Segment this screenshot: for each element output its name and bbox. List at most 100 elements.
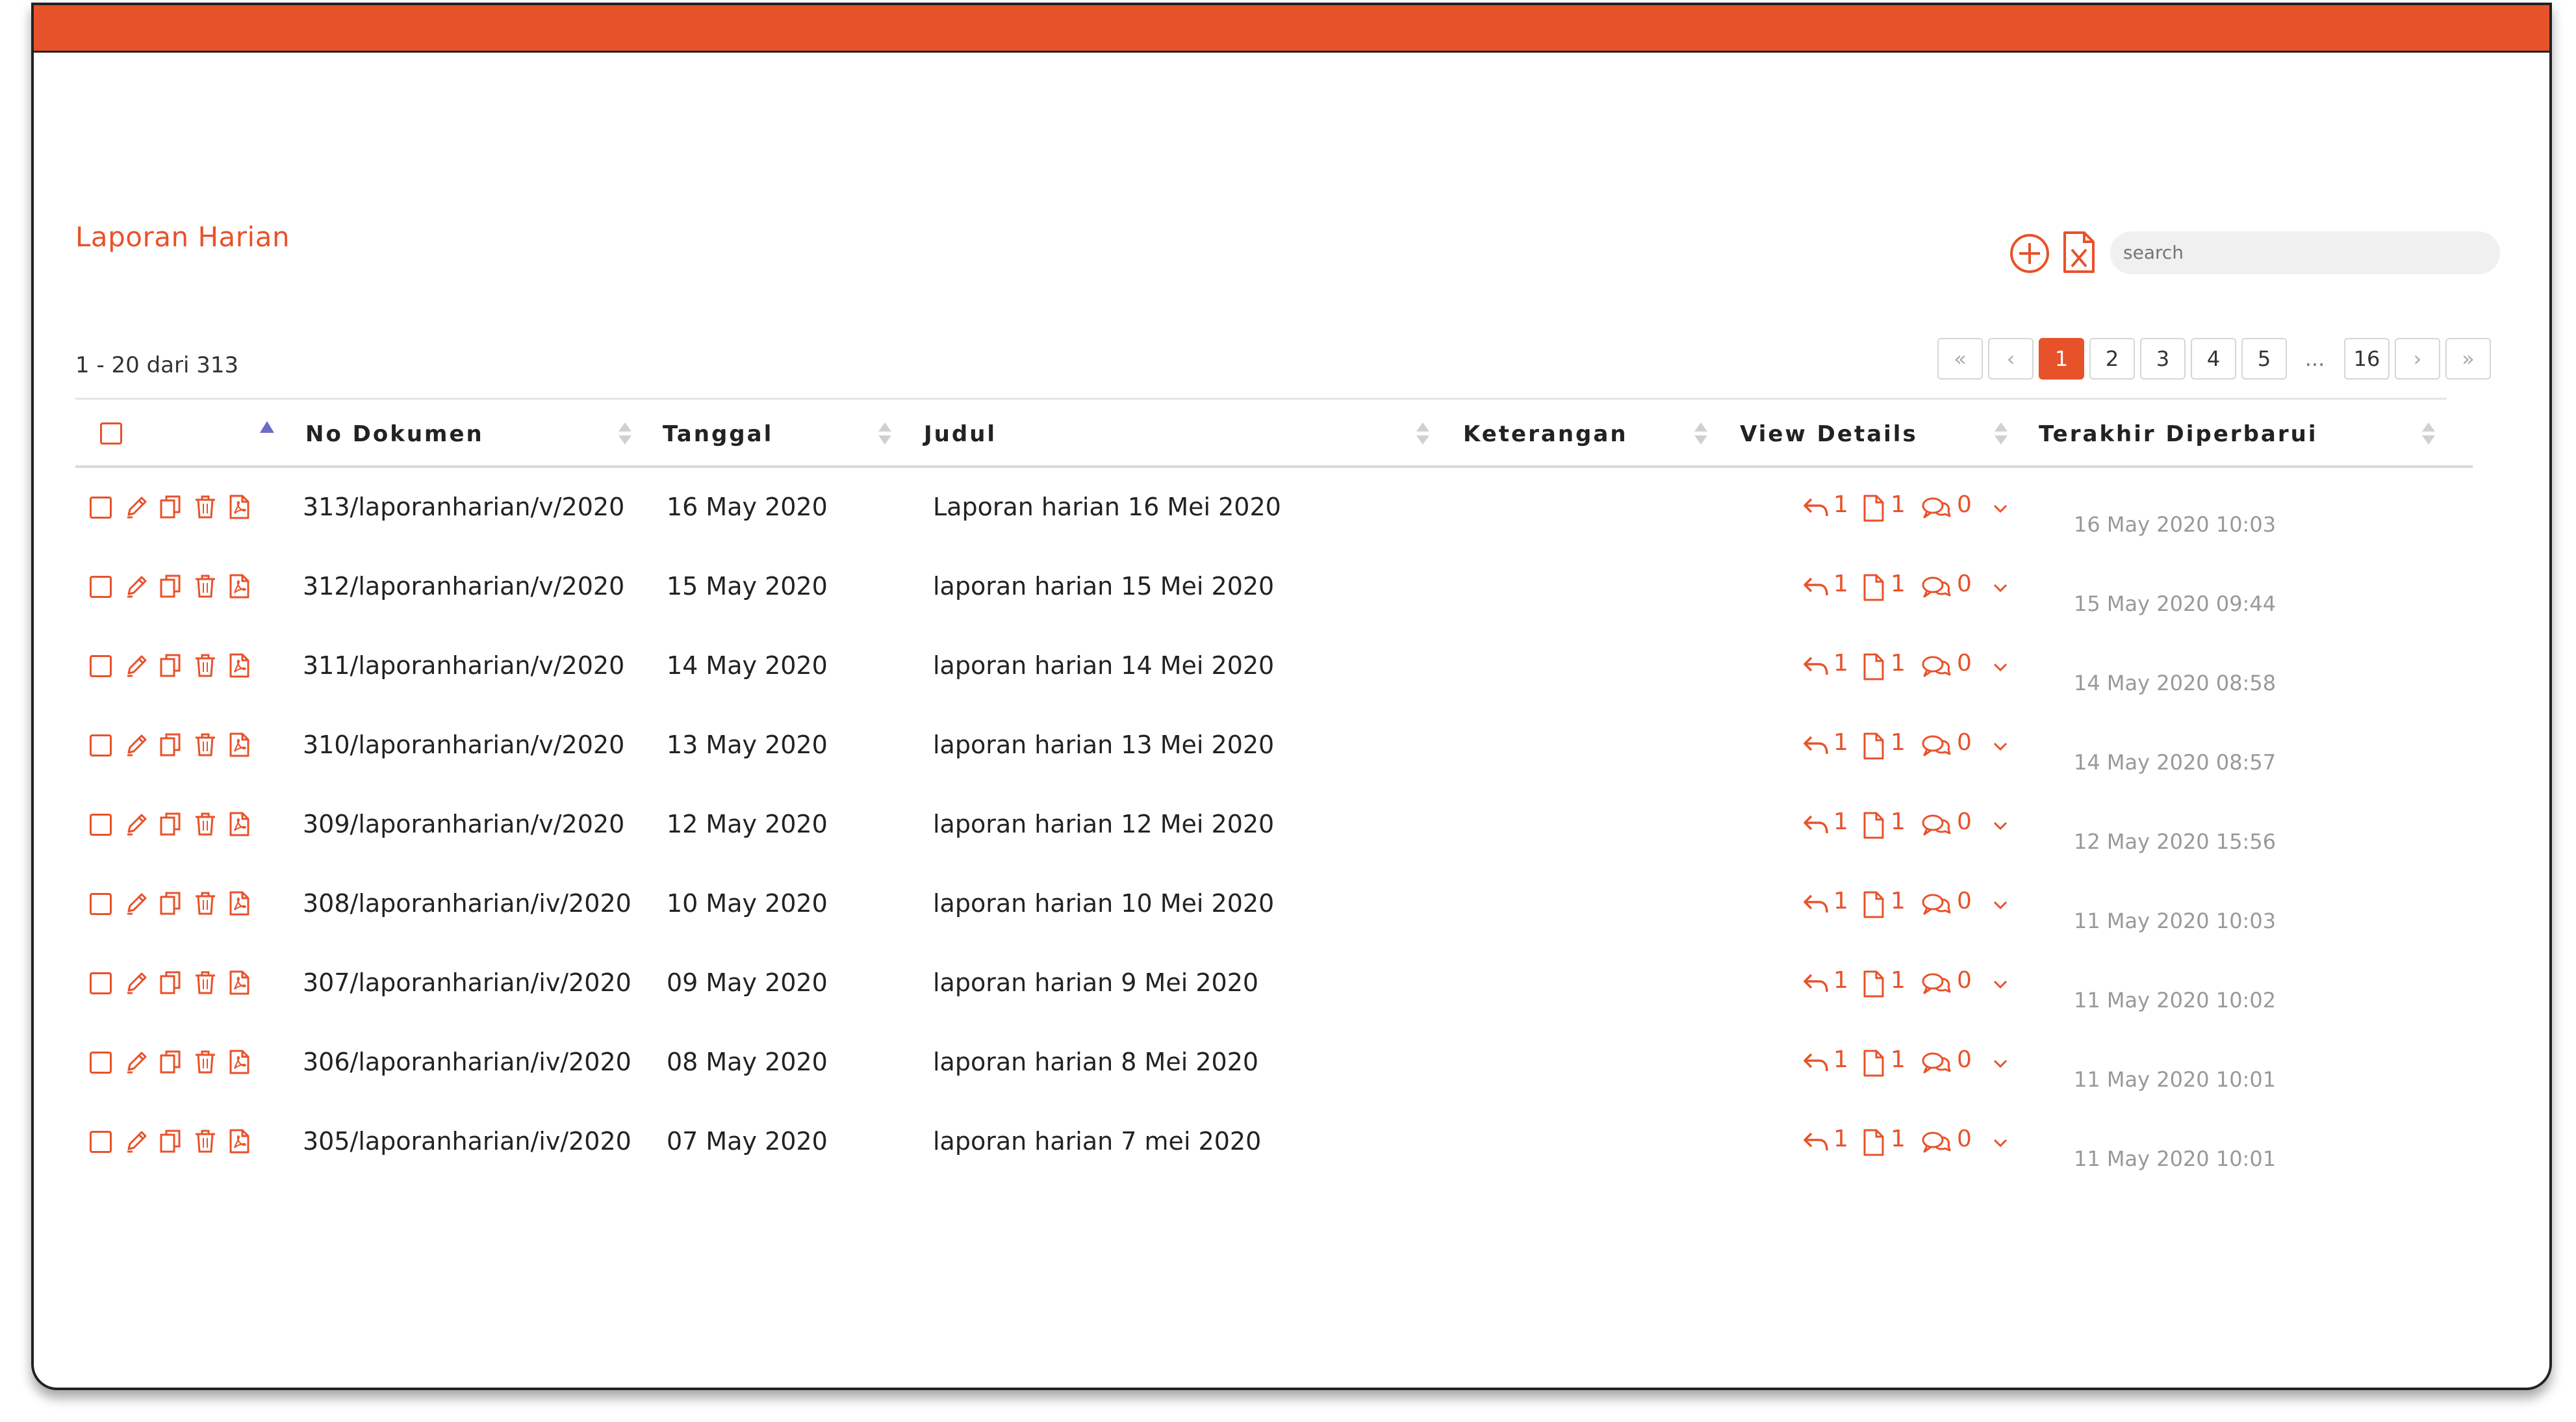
pdf-icon[interactable] — [226, 573, 252, 599]
pdf-icon[interactable] — [226, 1128, 252, 1154]
pdf-icon[interactable] — [226, 494, 252, 520]
row-checkbox[interactable] — [90, 576, 112, 598]
copy-icon[interactable] — [157, 811, 183, 837]
sort-asc-icon[interactable] — [260, 421, 274, 433]
document-number[interactable]: 310/laporanharian/v/2020 — [303, 730, 624, 759]
document-title[interactable]: laporan harian 8 Mei 2020 — [933, 1048, 1258, 1076]
comment-icon[interactable] — [1920, 575, 1952, 601]
row-checkbox[interactable] — [90, 1052, 112, 1074]
chevron-down-icon[interactable] — [1992, 820, 2009, 832]
next-page-button[interactable]: › — [2395, 338, 2440, 380]
page-1-button[interactable]: 1 — [2039, 338, 2084, 380]
reply-icon[interactable] — [1801, 1050, 1831, 1074]
delete-icon[interactable] — [192, 1128, 218, 1154]
comment-icon[interactable] — [1920, 1050, 1952, 1076]
delete-icon[interactable] — [192, 494, 218, 520]
row-checkbox[interactable] — [90, 497, 112, 519]
pdf-icon[interactable] — [226, 732, 252, 758]
file-icon[interactable] — [1862, 890, 1885, 919]
page-3-button[interactable]: 3 — [2140, 338, 2186, 380]
reply-icon[interactable] — [1801, 495, 1831, 519]
chevron-down-icon[interactable] — [1992, 979, 2009, 990]
row-checkbox[interactable] — [90, 972, 112, 994]
document-number[interactable]: 307/laporanharian/iv/2020 — [303, 968, 631, 997]
delete-icon[interactable] — [192, 653, 218, 679]
chevron-down-icon[interactable] — [1992, 1058, 2009, 1070]
pdf-icon[interactable] — [226, 970, 252, 996]
edit-icon[interactable] — [123, 573, 149, 599]
document-title[interactable]: laporan harian 7 mei 2020 — [933, 1127, 1261, 1156]
reply-icon[interactable] — [1801, 654, 1831, 677]
file-icon[interactable] — [1862, 970, 1885, 998]
copy-icon[interactable] — [157, 573, 183, 599]
export-excel-button[interactable] — [2062, 230, 2096, 274]
chevron-down-icon[interactable] — [1992, 741, 2009, 753]
file-icon[interactable] — [1862, 811, 1885, 840]
chevron-down-icon[interactable] — [1992, 899, 2009, 911]
reply-icon[interactable] — [1801, 812, 1831, 836]
comment-icon[interactable] — [1920, 495, 1952, 521]
search-input[interactable] — [2110, 231, 2500, 274]
comment-icon[interactable] — [1920, 1130, 1952, 1156]
delete-icon[interactable] — [192, 890, 218, 916]
page-5-button[interactable]: 5 — [2241, 338, 2287, 380]
chevron-down-icon[interactable] — [1992, 503, 2009, 515]
edit-icon[interactable] — [123, 732, 149, 758]
file-icon[interactable] — [1862, 494, 1885, 523]
column-header-tanggal[interactable]: Tanggal — [663, 421, 773, 447]
sort-icon[interactable] — [878, 422, 891, 448]
document-number[interactable]: 305/laporanharian/iv/2020 — [303, 1127, 631, 1156]
edit-icon[interactable] — [123, 890, 149, 916]
edit-icon[interactable] — [123, 494, 149, 520]
document-title[interactable]: Laporan harian 16 Mei 2020 — [933, 493, 1281, 521]
row-checkbox[interactable] — [90, 655, 112, 677]
sort-icon[interactable] — [1995, 422, 2008, 448]
column-header-keterangan[interactable]: Keterangan — [1463, 421, 1628, 447]
sort-icon[interactable] — [2422, 422, 2435, 448]
sort-icon[interactable] — [1416, 422, 1429, 448]
document-title[interactable]: laporan harian 14 Mei 2020 — [933, 651, 1274, 680]
sort-icon[interactable] — [1694, 422, 1707, 448]
chevron-down-icon[interactable] — [1992, 582, 2009, 594]
pdf-icon[interactable] — [226, 653, 252, 679]
first-page-button[interactable]: « — [1937, 338, 1983, 380]
chevron-down-icon[interactable] — [1992, 662, 2009, 673]
edit-icon[interactable] — [123, 653, 149, 679]
page-4-button[interactable]: 4 — [2191, 338, 2236, 380]
page-16-button[interactable]: 16 — [2344, 338, 2390, 380]
copy-icon[interactable] — [157, 890, 183, 916]
prev-page-button[interactable]: ‹ — [1988, 338, 2034, 380]
document-title[interactable]: laporan harian 15 Mei 2020 — [933, 572, 1274, 601]
edit-icon[interactable] — [123, 1128, 149, 1154]
page-2-button[interactable]: 2 — [2089, 338, 2135, 380]
file-icon[interactable] — [1862, 573, 1885, 602]
delete-icon[interactable] — [192, 573, 218, 599]
file-icon[interactable] — [1862, 1128, 1885, 1157]
copy-icon[interactable] — [157, 970, 183, 996]
reply-icon[interactable] — [1801, 575, 1831, 598]
document-number[interactable]: 309/laporanharian/v/2020 — [303, 810, 624, 838]
comment-icon[interactable] — [1920, 654, 1952, 680]
document-title[interactable]: laporan harian 12 Mei 2020 — [933, 810, 1274, 838]
copy-icon[interactable] — [157, 653, 183, 679]
copy-icon[interactable] — [157, 732, 183, 758]
comment-icon[interactable] — [1920, 812, 1952, 838]
reply-icon[interactable] — [1801, 971, 1831, 994]
comment-icon[interactable] — [1920, 733, 1952, 759]
document-number[interactable]: 313/laporanharian/v/2020 — [303, 493, 624, 521]
reply-icon[interactable] — [1801, 1130, 1831, 1153]
select-all-checkbox[interactable] — [100, 422, 122, 445]
file-icon[interactable] — [1862, 732, 1885, 760]
copy-icon[interactable] — [157, 1128, 183, 1154]
column-header-terakhir-diperbarui[interactable]: Terakhir Diperbarui — [2039, 421, 2317, 447]
pdf-icon[interactable] — [226, 1049, 252, 1075]
comment-icon[interactable] — [1920, 971, 1952, 997]
copy-icon[interactable] — [157, 494, 183, 520]
document-number[interactable]: 311/laporanharian/v/2020 — [303, 651, 624, 680]
file-icon[interactable] — [1862, 1049, 1885, 1078]
comment-icon[interactable] — [1920, 892, 1952, 918]
document-number[interactable]: 312/laporanharian/v/2020 — [303, 572, 624, 601]
file-icon[interactable] — [1862, 653, 1885, 681]
chevron-down-icon[interactable] — [1992, 1137, 2009, 1149]
column-header-view-details[interactable]: View Details — [1740, 421, 1918, 447]
